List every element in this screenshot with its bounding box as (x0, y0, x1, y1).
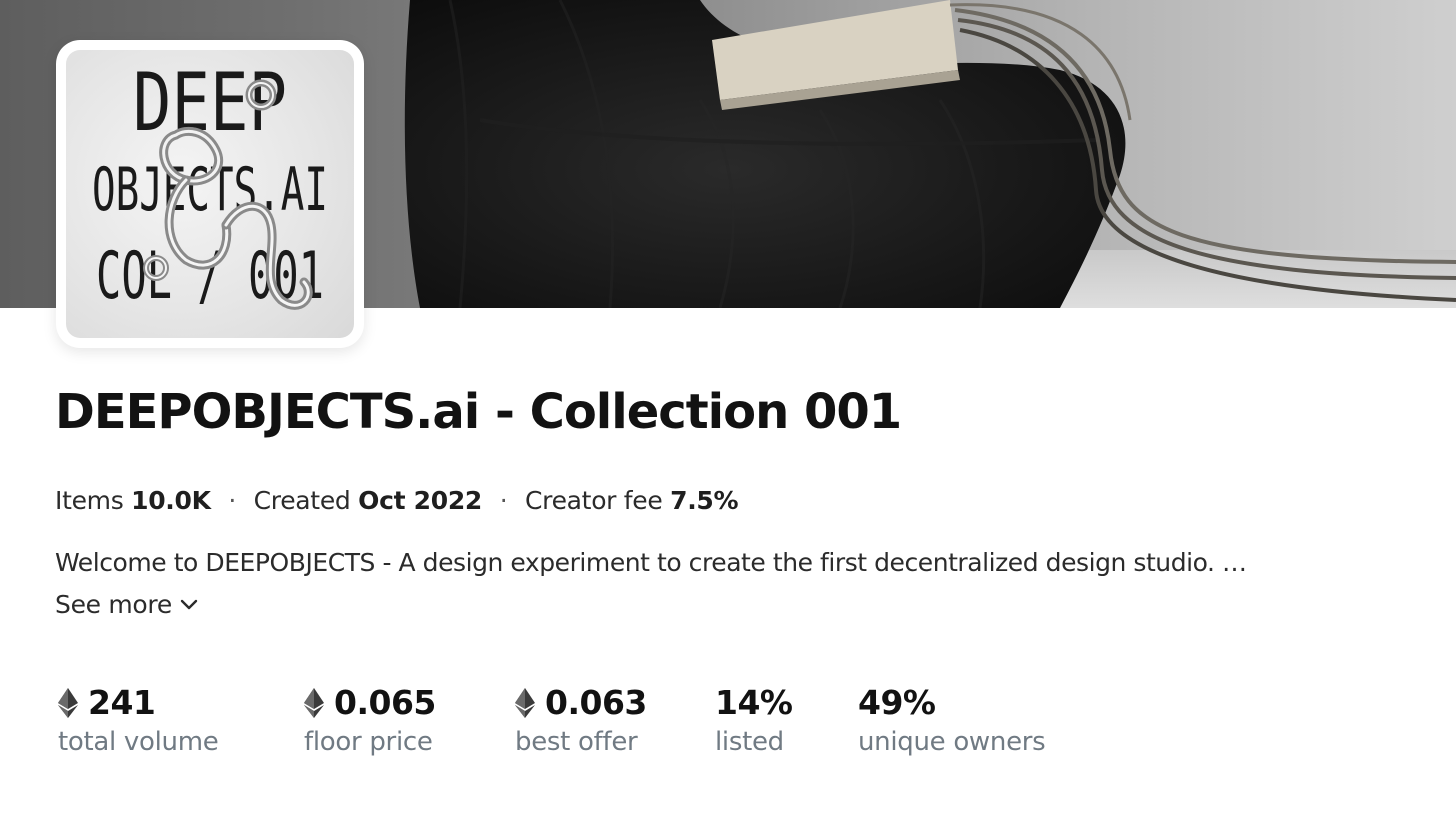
stat-best-offer[interactable]: 0.063 best offer (515, 682, 647, 760)
creator-fee-label: Creator fee (525, 486, 663, 515)
stat-total-volume[interactable]: 241 total volume (58, 682, 219, 760)
stat-label: listed (715, 727, 784, 757)
see-more-label: See more (55, 590, 172, 619)
stat-listed[interactable]: 14% listed (715, 682, 793, 760)
avatar-graphic: DEEP OBJECTS.AI COL / 001 (92, 57, 328, 314)
stat-value: 241 (88, 683, 156, 722)
avatar-text-line2: OBJECTS.AI (92, 155, 328, 224)
stat-unique-owners[interactable]: 49% unique owners (858, 682, 1046, 760)
ethereum-icon (304, 688, 324, 718)
ethereum-icon (515, 688, 535, 718)
ethereum-icon (58, 688, 78, 718)
creator-fee-value: 7.5% (670, 486, 739, 515)
items-label: Items (55, 486, 124, 515)
collection-meta: Items 10.0K · Created Oct 2022 · Creator… (55, 484, 739, 518)
created-value: Oct 2022 (358, 486, 483, 515)
stat-label: floor price (304, 727, 433, 757)
meta-separator: · (499, 486, 508, 515)
stat-floor-price[interactable]: 0.065 floor price (304, 682, 436, 760)
created-label: Created (253, 486, 351, 515)
stat-value: 14% (715, 683, 793, 722)
items-value: 10.0K (131, 486, 211, 515)
stat-label: total volume (58, 727, 219, 757)
see-more-button[interactable]: See more (55, 587, 198, 623)
collection-page: DEEP OBJECTS.AI COL / 001 DEEPOBJECTS.ai… (0, 0, 1456, 820)
collection-avatar: DEEP OBJECTS.AI COL / 001 (56, 40, 364, 348)
collection-description: Welcome to DEEPOBJECTS - A design experi… (55, 548, 1247, 577)
stat-label: unique owners (858, 727, 1046, 757)
collection-title: DEEPOBJECTS.ai - Collection 001 (55, 384, 902, 440)
chevron-down-icon (180, 599, 198, 611)
stat-label: best offer (515, 727, 638, 757)
stat-value: 0.065 (334, 683, 436, 722)
meta-separator: · (228, 486, 236, 515)
avatar-artwork: DEEP OBJECTS.AI COL / 001 (66, 50, 354, 338)
stat-value: 49% (858, 683, 936, 722)
stat-value: 0.063 (545, 683, 647, 722)
